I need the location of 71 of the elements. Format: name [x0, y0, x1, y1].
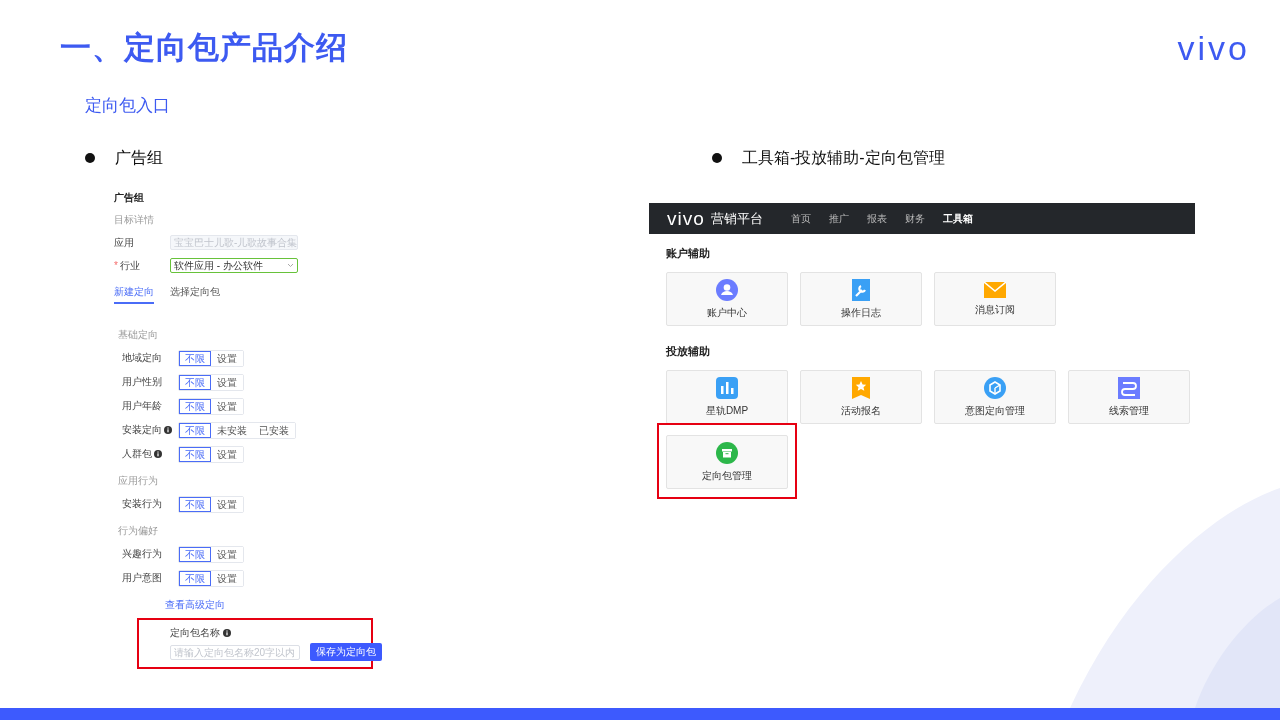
- row-label: 兴趣行为: [122, 547, 162, 561]
- bar-chart-icon: [716, 376, 738, 399]
- bullet-text: 广告组: [115, 147, 163, 168]
- required-mark: *: [114, 260, 118, 271]
- nav-item[interactable]: 推广: [828, 211, 849, 226]
- nav-item[interactable]: 财务: [904, 211, 925, 226]
- segment-option[interactable]: 不限: [179, 570, 211, 586]
- tool-tile[interactable]: 线索管理: [1068, 370, 1190, 424]
- row-label: 安装行为: [122, 497, 162, 511]
- slide-subtitle: 定向包入口: [85, 95, 171, 117]
- panel-title: 广告组: [114, 191, 145, 205]
- field-label: 定向包名称: [170, 626, 220, 640]
- field-label: 行业: [119, 258, 140, 273]
- tool-tile[interactable]: 活动报名: [800, 370, 922, 424]
- archive-box-icon: [716, 441, 738, 464]
- tool-label: 消息订阅: [975, 302, 1015, 317]
- bullet-icon: [85, 153, 95, 163]
- tool-label: 定向包管理: [702, 468, 752, 483]
- segment-option[interactable]: 不限: [179, 422, 211, 438]
- tool-label: 星轨DMP: [705, 403, 749, 418]
- field-label: 应用: [114, 235, 134, 250]
- nav-item[interactable]: 报表: [866, 211, 887, 226]
- segment-option[interactable]: 不限: [179, 496, 211, 512]
- row-label: 用户意图: [122, 571, 162, 585]
- segment-option[interactable]: 不限: [179, 546, 211, 562]
- tool-tile[interactable]: 星轨DMP: [666, 370, 788, 424]
- save-button[interactable]: 保存为定向包: [310, 643, 382, 661]
- group-heading: 基础定向: [118, 328, 159, 342]
- tool-tile[interactable]: 账户中心: [666, 272, 788, 326]
- segment-option[interactable]: 不限: [179, 350, 211, 366]
- row-label: 用户年龄: [122, 399, 162, 413]
- wrench-icon: [852, 278, 870, 301]
- tool-label: 意图定向管理: [965, 403, 1025, 418]
- platform-logo: vivo: [667, 207, 705, 230]
- bullet-text: 工具箱-投放辅助-定向包管理: [742, 147, 945, 168]
- tool-tile[interactable]: 意图定向管理: [934, 370, 1056, 424]
- tab[interactable]: 新建定向: [114, 285, 154, 304]
- envelope-icon: [984, 281, 1006, 298]
- nav-item[interactable]: 首页: [790, 211, 811, 226]
- tool-label: 活动报名: [841, 403, 881, 418]
- segment-option[interactable]: 不限: [179, 398, 211, 414]
- section-label: 目标详情: [114, 213, 155, 227]
- bullet-icon: [712, 153, 722, 163]
- section-heading: 投放辅助: [666, 344, 711, 359]
- tool-tile[interactable]: 操作日志: [800, 272, 922, 326]
- section-heading: 账户辅助: [666, 246, 711, 261]
- platform-name: 营销平台: [710, 209, 763, 228]
- tool-tile[interactable]: 消息订阅: [934, 272, 1056, 326]
- brand-logo: vivo: [1177, 28, 1250, 68]
- segment-option[interactable]: 不限: [179, 374, 211, 390]
- tool-label: 账户中心: [707, 305, 747, 320]
- person-icon: [716, 278, 738, 301]
- tab[interactable]: 选择定向包: [170, 285, 220, 304]
- star-icon: [852, 376, 870, 399]
- cube-icon: [984, 376, 1006, 399]
- group-heading: 应用行为: [118, 474, 159, 488]
- route-icon: [1118, 376, 1140, 399]
- chevron-down-icon: [287, 263, 294, 268]
- group-heading: 行为偏好: [118, 524, 159, 538]
- row-label: 人群包: [122, 447, 152, 461]
- segment-option[interactable]: 不限: [179, 446, 211, 462]
- row-label: 地域定向: [122, 351, 162, 365]
- tool-label: 操作日志: [841, 305, 881, 320]
- select-field[interactable]: 软件应用 - 办公软件: [170, 258, 298, 273]
- advanced-link[interactable]: 查看高级定向: [165, 598, 380, 612]
- row-label: 安装定向: [122, 423, 162, 437]
- row-label: 用户性别: [122, 375, 162, 389]
- tool-label: 线索管理: [1109, 403, 1149, 418]
- nav-item[interactable]: 工具箱: [942, 211, 973, 226]
- slide-title: 一、定向包产品介绍: [60, 29, 348, 67]
- tool-tile[interactable]: 定向包管理: [666, 435, 788, 489]
